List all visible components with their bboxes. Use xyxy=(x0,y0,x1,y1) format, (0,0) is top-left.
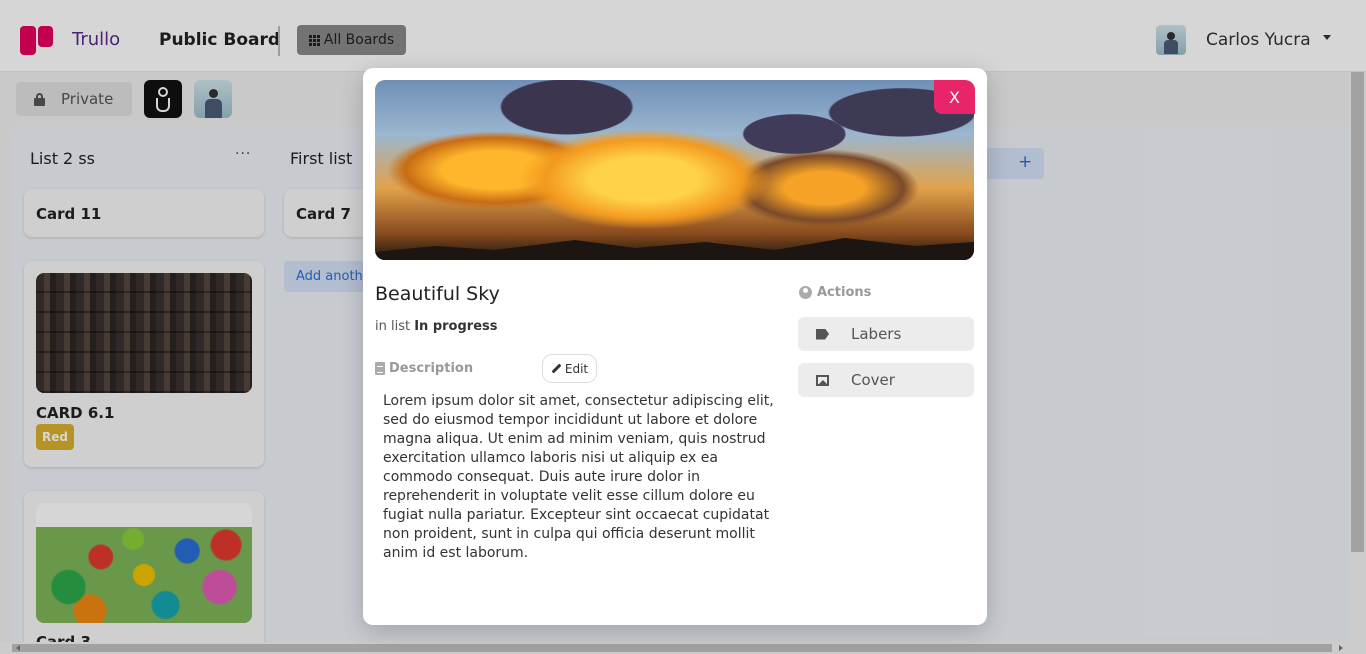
pencil-icon xyxy=(551,363,562,374)
mountains-silhouette xyxy=(375,238,974,260)
labels-action-button[interactable]: Labers xyxy=(798,317,974,351)
list-name: In progress xyxy=(414,319,498,334)
cover-action-label: Cover xyxy=(851,371,895,389)
cover-action-button[interactable]: Cover xyxy=(798,363,974,397)
edit-label: Edit xyxy=(564,361,589,376)
actions-header-label: Actions xyxy=(817,285,872,300)
image-icon xyxy=(816,374,829,386)
card-name[interactable]: Beautiful Sky xyxy=(375,283,500,305)
tag-icon xyxy=(816,328,829,340)
description-header-label: Description xyxy=(389,361,474,376)
in-list-text: in list In progress xyxy=(375,319,498,334)
document-icon xyxy=(375,362,385,375)
user-circle-icon xyxy=(799,286,812,299)
description-header: Description xyxy=(375,361,473,376)
card-detail-modal: X Beautiful Sky in list In progress Desc… xyxy=(363,68,987,625)
edit-description-button[interactable]: Edit xyxy=(542,354,597,383)
in-list-prefix: in list xyxy=(375,319,415,334)
card-cover-image xyxy=(375,80,974,260)
close-button[interactable]: X xyxy=(934,80,975,114)
actions-header: Actions xyxy=(799,285,871,300)
description-text[interactable]: Lorem ipsum dolor sit amet, consectetur … xyxy=(383,392,783,563)
labels-action-label: Labers xyxy=(851,325,902,343)
